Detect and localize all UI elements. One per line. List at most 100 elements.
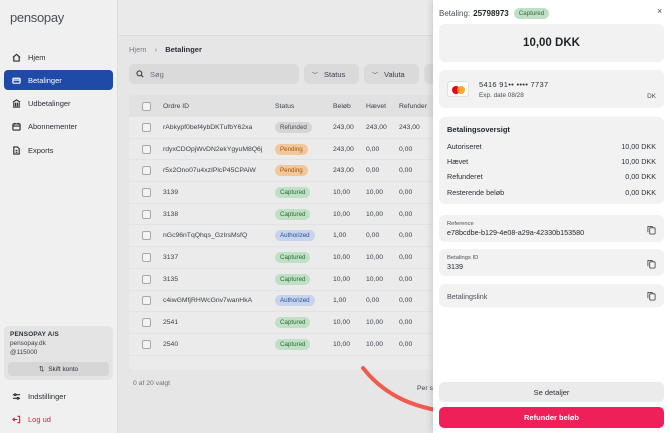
sidebar-item-hjem[interactable]: Hjem [4,47,113,67]
refunded-cell: 243,00 [399,123,420,131]
currency-filter[interactable]: ﹀ Valuta [364,64,419,84]
refunded-cell: 0,00 [399,145,413,153]
table-row[interactable]: nGc96nTqQhqs_GzIrsMsfQ Authorized 1,00 0,00… [129,225,434,248]
select-all-checkbox[interactable] [141,101,151,111]
status-badge: Authorized [275,295,315,307]
pensopay-logo[interactable]: pensopay [10,10,64,25]
row-checkbox[interactable] [141,274,151,284]
close-icon[interactable]: × [657,6,662,16]
payment-label: Betaling: [439,8,471,18]
card-number: 5416 91•• •••• 7737 [479,80,549,89]
col-captured[interactable]: Hævet [366,103,399,110]
captured-cell: 0,00 [366,167,380,175]
reference-field: Reference e78bcdbe-b129-4e08-a29a-42330b… [439,215,664,242]
status-badge: Captured [275,251,311,263]
swap-icon: ⇅ [38,366,45,373]
row-checkbox[interactable] [141,187,151,197]
logout-link[interactable]: Log ud [12,413,51,425]
sidebar-item-udbetalinger[interactable]: Udbetalinger [4,94,113,114]
calendar-icon [12,122,21,132]
copy-icon[interactable] [647,225,656,235]
order-id-cell: 2540 [163,340,179,348]
copy-icon[interactable] [647,259,656,269]
refunded-cell: 0,00 [399,188,413,196]
table-row[interactable]: 2540 Captured 10,00 10,00 0,00 [129,334,434,356]
row-checkbox[interactable] [141,252,151,262]
table-row[interactable]: 3139 Captured 10,00 10,00 0,00 [129,182,434,204]
copy-icon[interactable] [647,291,656,301]
row-checkbox[interactable] [141,166,151,176]
row-checkbox[interactable] [141,318,151,328]
table-row[interactable]: 3138 Captured 10,00 10,00 0,00 [129,204,434,226]
row-checkbox[interactable] [141,231,151,241]
amount-cell: 10,00 [333,340,351,348]
breadcrumb-separator: › [154,45,158,54]
amount-cell: 10,00 [333,275,351,283]
row-checkbox[interactable] [141,339,151,349]
payment-amount: 10,00 DKK [439,24,664,62]
search-icon [136,70,144,78]
table-row[interactable]: 3137 Captured 10,00 10,00 0,00 [129,247,434,269]
table-row[interactable]: rdyxCDOpjWvDN2ekYgyuM8Q6j Pending 243,00 0,… [129,139,434,161]
settings-link[interactable]: Indstillinger [12,390,66,402]
overview-row-authorized: Autoriseret 10,00 DKK [447,142,656,152]
col-order-id[interactable]: Ordre ID [163,103,275,110]
captured-cell: 10,00 [366,253,384,261]
status-badge: Captured [275,186,311,198]
refunded-cell: 0,00 [399,319,413,327]
row-checkbox[interactable] [141,296,151,306]
captured-cell: 10,00 [366,340,384,348]
table-row[interactable]: 3135 Captured 10,00 10,00 0,00 [129,269,434,291]
sidebar-item-label: Exports [28,145,54,155]
captured-cell: 0,00 [366,232,380,240]
payment-id-value: 3139 [447,262,463,271]
status-filter[interactable]: ﹀ Status [304,64,359,84]
card-expiry: Exp. date 08/28 [479,92,524,99]
logout-icon [12,415,21,424]
breadcrumb-home[interactable]: Hjem [129,45,147,54]
refunded-cell: 0,00 [399,275,413,283]
table-body: rAbkypf0bef4ybDKTufbY62xa Refunded 243,00 2… [129,117,434,356]
see-details-button[interactable]: Se detaljer [439,382,664,402]
amount-cell: 243,00 [333,123,354,131]
selection-count: 0 af 20 valgt [133,380,171,387]
chevron-down-icon: ﹀ [372,72,379,79]
col-status[interactable]: Status [275,103,333,110]
row-checkbox[interactable] [141,122,151,132]
refunded-cell: 0,00 [399,167,413,175]
account-handle: @115000 [10,349,38,356]
sidebar-item-exports[interactable]: Exports [4,140,113,160]
order-id-cell: 3135 [163,275,179,283]
table-row[interactable]: r5x2Ono07u4xzIPlcP45CPAiW Pending 243,00 0,… [129,160,434,183]
amount-cell: 10,00 [333,188,351,196]
sidebar-item-betalinger[interactable]: Betalinger [4,70,113,91]
refund-button[interactable]: Refunder beløb [439,407,664,428]
table-row[interactable]: rAbkypf0bef4ybDKTufbY62xa Refunded 243,00 2… [129,117,434,139]
status-badge: Pending [275,143,308,155]
switch-account-button[interactable]: ⇅ Skift konto [8,362,109,376]
row-checkbox[interactable] [141,209,151,219]
payment-id-field: Betalings ID 3139 [439,249,664,276]
col-refunded[interactable]: Refunder [399,103,434,110]
captured-cell: 0,00 [366,297,380,305]
account-domain: pensopay.dk [10,340,46,347]
status-badge: Pending [275,165,308,177]
amount-cell: 1,00 [333,232,347,240]
refunded-cell: 0,00 [399,232,413,240]
refunded-cell: 0,00 [399,297,413,305]
order-id-cell: c4iwGMfjRHWcGnv7wanHkA [163,297,253,305]
payment-order-id: 25798973 [473,8,509,18]
table-row[interactable]: c4iwGMfjRHWcGnv7wanHkA Authorized 1,00 0,00… [129,291,434,313]
amount-cell: 243,00 [333,145,354,153]
table-row[interactable]: 2541 Captured 10,00 10,00 0,00 [129,312,434,334]
status-badge: Captured [275,338,311,350]
row-checkbox[interactable] [141,144,151,154]
order-id-cell: 3138 [163,210,179,218]
sidebar-item-label: Betalinger [28,75,62,85]
breadcrumb: Hjem › Betalinger [129,45,202,54]
search-input[interactable]: Søg [129,64,299,84]
sidebar-item-abonnementer[interactable]: Abonnementer [4,117,113,137]
overview-title: Betalingsoversigt [447,125,510,134]
col-amount[interactable]: Beløb [333,103,366,110]
overview-row-remaining: Resterende beløb 0,00 DKK [447,187,656,197]
